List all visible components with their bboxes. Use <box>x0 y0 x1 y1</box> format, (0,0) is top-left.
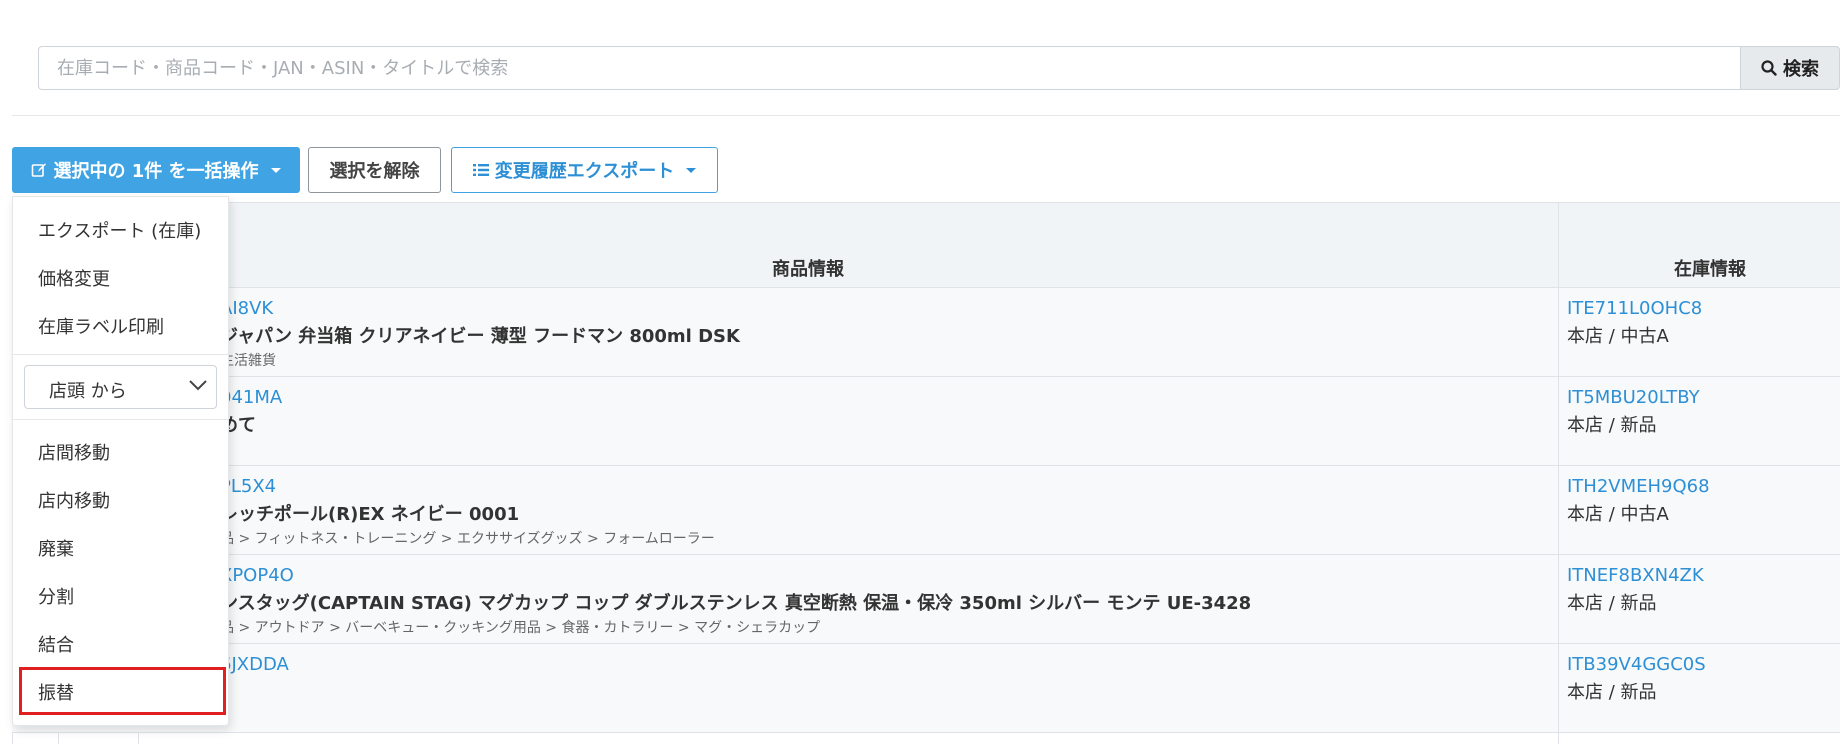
highlight-box <box>19 667 226 715</box>
column-separator <box>1558 202 1559 744</box>
search-button[interactable]: 検索 <box>1740 46 1840 90</box>
stock-location: 本店 / 中古A <box>1567 326 1669 347</box>
bulk-action-label: 選択中の 1件 を一括操作 <box>53 161 259 182</box>
menu-item-in-store-move[interactable]: 店内移動 <box>38 487 110 513</box>
header-stock-info: 在庫情報 <box>1674 259 1746 280</box>
menu-divider <box>13 419 228 420</box>
export-history-button[interactable]: 変更履歴エクスポート <box>451 147 718 193</box>
menu-item-label-print[interactable]: 在庫ラベル印刷 <box>38 313 164 339</box>
product-code-link[interactable]: XPOP4O <box>220 565 294 586</box>
table-row: 041MA めて IT5MBU20LTBY 本店 / 新品 <box>12 377 1840 466</box>
product-code-link[interactable]: 6JXDDA <box>220 654 289 675</box>
product-code-link[interactable]: 041MA <box>220 387 282 408</box>
table-row: 6JXDDA ITB39V4GGC0S 本店 / 新品 <box>12 644 1840 733</box>
table-row: PL5X4 レッチポール(R)EX ネイビー 0001 品 > フィットネス・ト… <box>12 466 1840 555</box>
menu-item-price-change[interactable]: 価格変更 <box>38 265 110 291</box>
search-button-label: 検索 <box>1783 59 1819 80</box>
stock-location: 本店 / 新品 <box>1567 415 1657 436</box>
bulk-action-button[interactable]: 選択中の 1件 を一括操作 <box>12 147 300 193</box>
search-input[interactable] <box>38 46 1740 90</box>
product-title: ジャパン 弁当箱 クリアネイビー 薄型 フードマン 800ml DSK <box>220 326 740 347</box>
header-product-info: 商品情報 <box>772 259 844 280</box>
source-select-value: 店頭 から <box>49 381 127 402</box>
menu-item-merge[interactable]: 結合 <box>38 631 74 657</box>
caret-down-icon <box>686 167 697 173</box>
menu-item-store-transfer[interactable]: 店間移動 <box>38 439 110 465</box>
stock-code-link[interactable]: IT5MBU20LTBY <box>1567 387 1700 408</box>
chevron-down-icon <box>188 378 208 392</box>
product-title: レッチポール(R)EX ネイビー 0001 <box>220 504 520 525</box>
stock-code-link[interactable]: ITE711L0OHC8 <box>1567 298 1702 319</box>
export-history-label: 変更履歴エクスポート <box>494 161 675 182</box>
product-title: ンスタッグ(CAPTAIN STAG) マグカップ コップ ダブルステンレス 真… <box>220 593 1252 614</box>
search-icon <box>1761 60 1777 76</box>
clear-selection-label: 選択を解除 <box>329 161 420 182</box>
table-header: 商品情報 在庫情報 <box>12 202 1840 288</box>
table-row: AI8VK ジャパン 弁当箱 クリアネイビー 薄型 フードマン 800ml DS… <box>12 288 1840 377</box>
stock-code-link[interactable]: ITNEF8BXN4ZK <box>1567 565 1704 586</box>
caret-down-icon <box>270 167 281 173</box>
stock-location: 本店 / 新品 <box>1567 593 1657 614</box>
stock-location: 本店 / 新品 <box>1567 682 1657 703</box>
table-row: XPOP4O ンスタッグ(CAPTAIN STAG) マグカップ コップ ダブル… <box>12 555 1840 644</box>
source-select[interactable]: 店頭 から <box>24 365 217 409</box>
stock-code-link[interactable]: ITB39V4GGC0S <box>1567 654 1706 675</box>
menu-item-dispose[interactable]: 廃棄 <box>38 535 74 561</box>
column-separator <box>12 732 1840 744</box>
stock-location: 本店 / 中古A <box>1567 504 1669 525</box>
bulk-action-menu: エクスポート (在庫) 価格変更 在庫ラベル印刷 店頭 から 店間移動 店内移動… <box>12 196 229 726</box>
menu-item-split[interactable]: 分割 <box>38 583 74 609</box>
list-icon <box>472 163 489 177</box>
menu-divider <box>13 354 228 355</box>
search-bar: 検索 <box>38 46 1840 94</box>
divider <box>12 115 1840 116</box>
menu-item-export-stock[interactable]: エクスポート (在庫) <box>38 217 201 243</box>
product-category: 品 > フィットネス・トレーニング > エクササイズグッズ > フォームローラー <box>220 531 715 547</box>
edit-icon <box>31 162 47 178</box>
inventory-table: 商品情報 在庫情報 AI8VK ジャパン 弁当箱 クリアネイビー 薄型 フードマ… <box>12 202 1840 744</box>
clear-selection-button[interactable]: 選択を解除 <box>308 147 441 193</box>
product-category: 品 > アウトドア > バーベキュー・クッキング用品 > 食器・カトラリー > … <box>220 620 821 636</box>
stock-code-link[interactable]: ITH2VMEH9Q68 <box>1567 476 1710 497</box>
